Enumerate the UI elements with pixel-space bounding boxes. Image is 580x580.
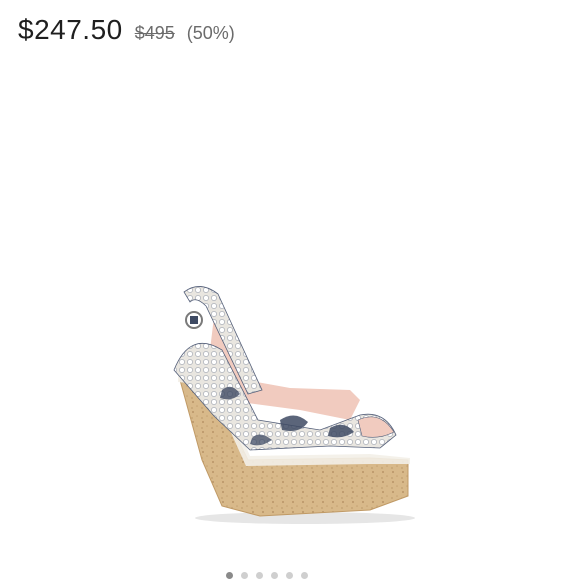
carousel-dot-3[interactable] [256, 572, 263, 579]
price-row: $247.50 $495 (50%) [18, 14, 235, 46]
sandal-illustration [173, 286, 415, 524]
image-carousel-dots [226, 572, 308, 579]
discount-percent: (50%) [186, 23, 235, 43]
original-price: $495 [134, 23, 175, 43]
carousel-dot-4[interactable] [271, 572, 278, 579]
carousel-dot-2[interactable] [241, 572, 248, 579]
current-price: $247.50 [18, 14, 123, 45]
carousel-dot-6[interactable] [301, 572, 308, 579]
carousel-dot-5[interactable] [286, 572, 293, 579]
product-image[interactable] [130, 270, 430, 530]
carousel-dot-1[interactable] [226, 572, 233, 579]
